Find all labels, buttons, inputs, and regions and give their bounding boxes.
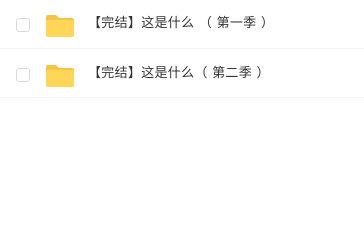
file-name[interactable]: 【完结】这是什么（ 第二季 ）	[88, 65, 270, 83]
file-row[interactable]: 【完结】这是什么 （ 第一季 ）	[0, 0, 364, 49]
file-list: 【完结】这是什么 （ 第一季 ） 【完结】这是什么（ 第二季 ）	[0, 0, 364, 98]
folder-icon	[45, 64, 75, 88]
folder-icon	[45, 14, 75, 38]
row-checkbox[interactable]	[16, 68, 30, 82]
file-name[interactable]: 【完结】这是什么 （ 第一季 ）	[88, 15, 274, 33]
file-row[interactable]: 【完结】这是什么（ 第二季 ）	[0, 49, 364, 98]
row-checkbox[interactable]	[16, 18, 30, 32]
